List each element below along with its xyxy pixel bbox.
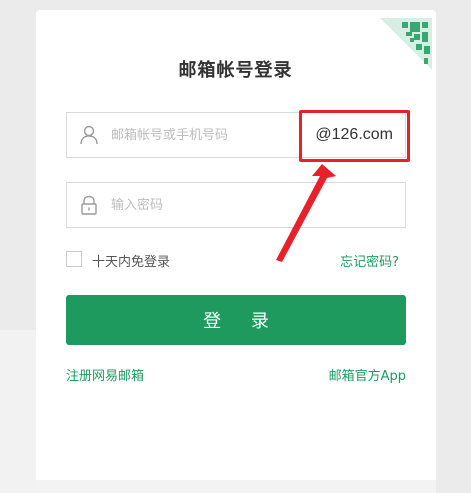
login-panel-footer xyxy=(36,480,436,493)
page-title: 邮箱帐号登录 xyxy=(178,60,293,81)
remember-label: 十天内免登录 xyxy=(92,255,171,270)
lock-icon xyxy=(81,195,97,215)
login-button[interactable]: 登 录 xyxy=(66,295,406,345)
register-link[interactable]: 注册网易邮箱 xyxy=(66,365,144,384)
forgot-password-link[interactable]: 忘记密码? xyxy=(340,251,399,270)
password-field[interactable] xyxy=(66,182,406,228)
remember-checkbox[interactable] xyxy=(66,251,82,267)
page-background-strip xyxy=(0,330,36,493)
official-app-link[interactable]: 邮箱官方App xyxy=(329,365,406,384)
user-icon xyxy=(80,125,98,145)
annotation-arrow-icon xyxy=(276,164,336,262)
